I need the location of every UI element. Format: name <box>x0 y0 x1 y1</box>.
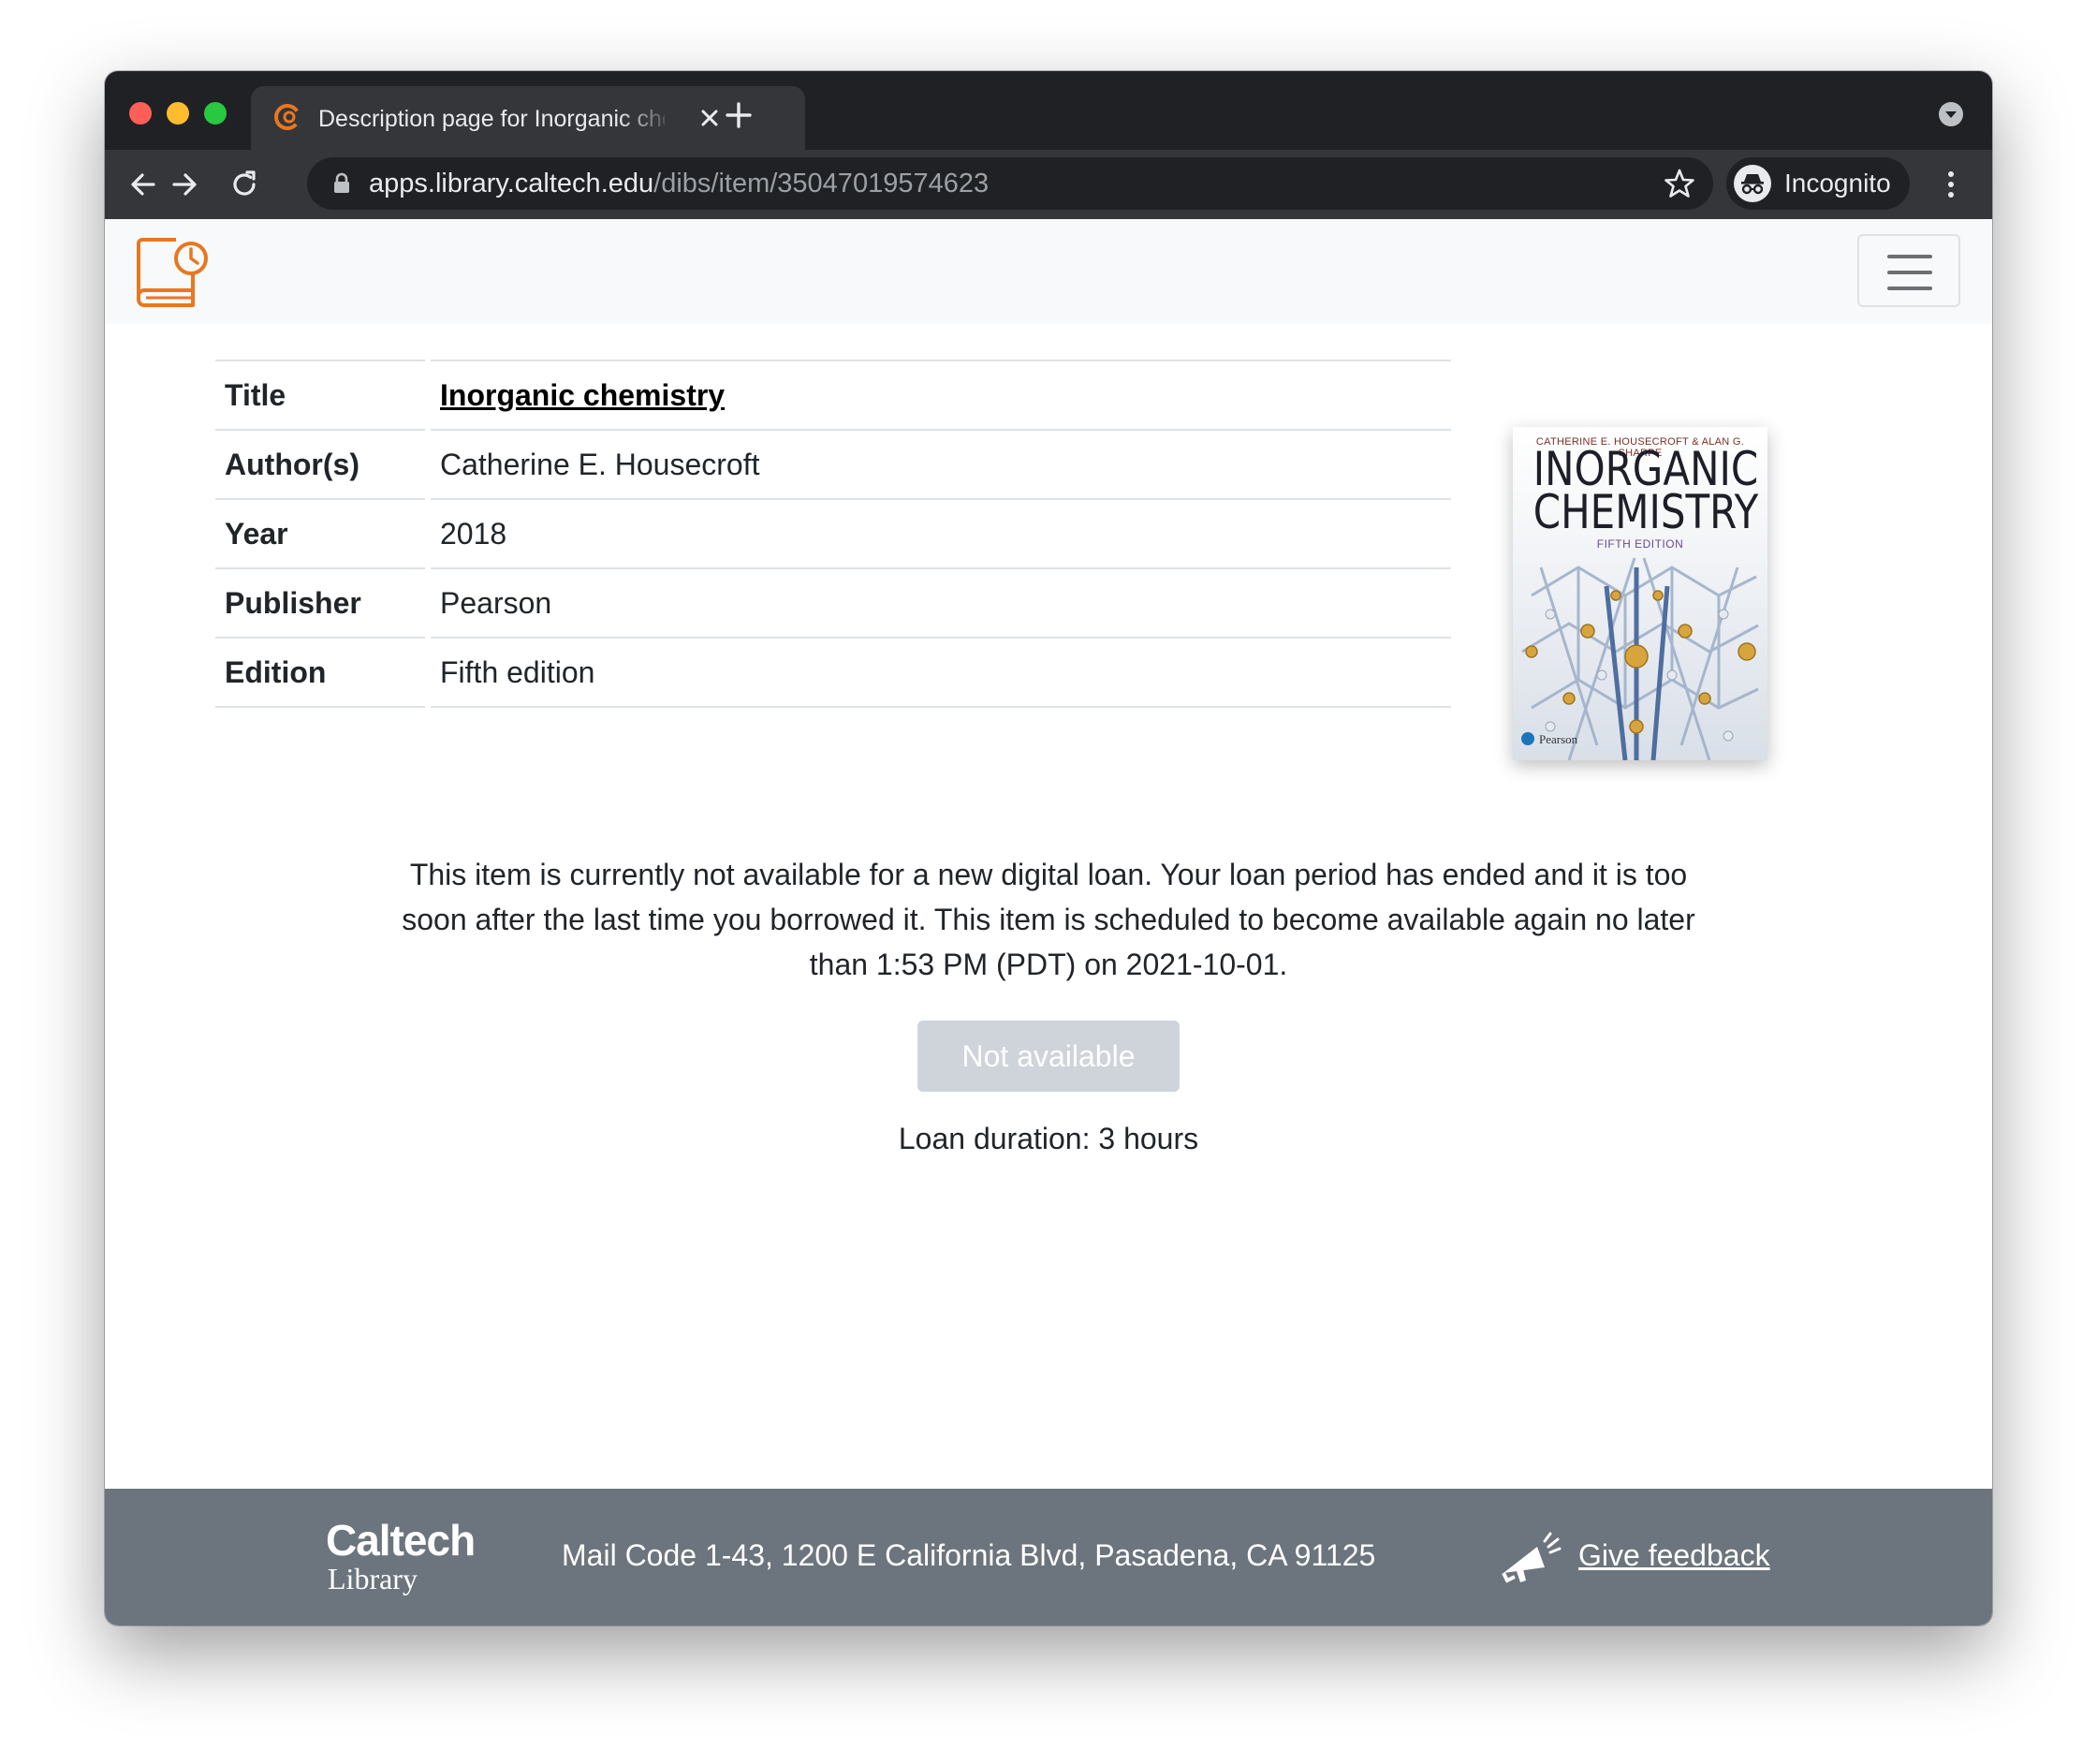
cover-publisher: Pearson <box>1539 732 1578 746</box>
year-value: 2018 <box>431 498 1451 567</box>
table-row: Year 2018 <box>215 498 1451 567</box>
footer-logo-library: Library <box>328 1562 418 1595</box>
url-path: /dibs/item/35047019574623 <box>653 169 990 198</box>
table-row: Edition Fifth edition <box>215 637 1451 708</box>
reload-icon[interactable] <box>227 167 262 202</box>
footer-address: Mail Code 1-43, 1200 E California Blvd, … <box>562 1538 1376 1572</box>
megaphone-icon <box>1502 1532 1562 1583</box>
close-window-button[interactable] <box>129 102 152 125</box>
table-row: Title Inorganic chemistry <box>215 360 1451 429</box>
publisher-value: Pearson <box>431 567 1451 637</box>
browser-toolbar: apps.library.caltech.edu/dibs/item/35047… <box>105 150 1992 219</box>
url-text: apps.library.caltech.edu/dibs/item/35047… <box>369 167 989 200</box>
edition-label: Edition <box>215 637 425 708</box>
item-details-table: Title Inorganic chemistry Author(s) Cath… <box>210 360 1457 708</box>
loan-duration: Loan duration: 3 hours <box>898 1122 1199 1155</box>
url-host: apps.library.caltech.edu <box>369 169 654 198</box>
lock-icon <box>334 172 349 193</box>
favicon-icon <box>274 104 301 130</box>
browser-window: Description page for Inorganic chemistry <box>105 71 1992 1625</box>
authors-value: Catherine E. Housecroft <box>431 429 1451 498</box>
title-label: Title <box>215 360 425 429</box>
book-cover-image: CATHERINE E. HOUSECROFT & ALAN G. SHARPE… <box>1513 427 1767 760</box>
site-navbar <box>105 219 1992 324</box>
address-bar[interactable]: apps.library.caltech.edu/dibs/item/35047… <box>307 157 1713 210</box>
minimize-window-button[interactable] <box>167 102 189 125</box>
hamburger-icon[interactable] <box>1857 234 1960 307</box>
back-arrow-icon[interactable] <box>125 167 161 202</box>
cover-title: INORGANIC CHEMISTRY <box>1532 442 1759 539</box>
publisher-label: Publisher <box>215 567 425 637</box>
give-feedback-link[interactable]: Give feedback <box>1578 1532 1770 1579</box>
bookmark-star-icon[interactable] <box>1663 167 1696 200</box>
incognito-profile-button[interactable]: Incognito <box>1726 157 1910 210</box>
zoom-window-button[interactable] <box>204 102 227 125</box>
forward-arrow-icon[interactable] <box>167 167 202 202</box>
tab-search-icon[interactable] <box>1936 99 1966 129</box>
cover-edition: FIFTH EDITION <box>1596 537 1684 551</box>
menu-dots-icon[interactable] <box>1942 167 1960 202</box>
close-tab-icon[interactable] <box>695 103 725 133</box>
table-row: Publisher Pearson <box>215 567 1451 637</box>
incognito-label: Incognito <box>1784 169 1891 198</box>
not-available-button[interactable]: Not available <box>917 1021 1180 1092</box>
site-footer: Caltech Library Mail Code 1-43, 1200 E C… <box>105 1489 1992 1625</box>
authors-label: Author(s) <box>215 429 425 498</box>
footer-logo-caltech[interactable]: Caltech <box>326 1515 476 1566</box>
tab-title: Description page for Inorganic chemistry <box>318 106 665 132</box>
year-label: Year <box>215 498 425 567</box>
incognito-icon <box>1734 165 1771 202</box>
title-bar: Description page for Inorganic chemistry <box>105 71 1992 150</box>
new-tab-icon[interactable] <box>723 99 755 131</box>
book-clock-icon[interactable] <box>133 232 212 313</box>
availability-notice: This item is currently not available for… <box>402 858 1695 981</box>
edition-value: Fifth edition <box>431 637 1451 708</box>
title-link[interactable]: Inorganic chemistry <box>440 378 725 412</box>
page-content: Title Inorganic chemistry Author(s) Cath… <box>105 219 1992 1625</box>
title-value: Inorganic chemistry <box>431 360 1451 429</box>
table-row: Author(s) Catherine E. Housecroft <box>215 429 1451 498</box>
